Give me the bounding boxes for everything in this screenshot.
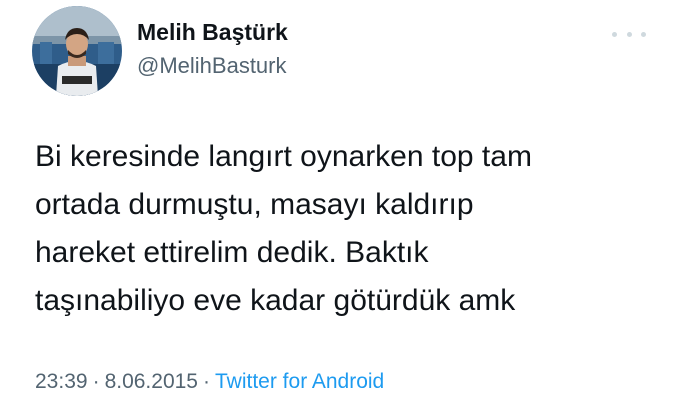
more-horizontal-icon — [612, 31, 617, 37]
tweet-source-link[interactable]: Twitter for Android — [215, 370, 384, 393]
tweet-text-line: ortada durmuştu, masayı kaldırıp — [35, 188, 474, 221]
author-info: Melih Baştürk @MelihBasturk — [137, 18, 288, 80]
separator: · — [92, 370, 100, 393]
more-options-button[interactable] — [612, 24, 646, 44]
separator: · — [203, 370, 210, 393]
tweet-text-line: hareket ettirelim dedik. Baktık — [35, 236, 429, 269]
tweet-text-line: taşınabiliyo eve kadar götürdük amk — [35, 284, 516, 317]
tweet-text-line: Bi keresinde langırt oynarken top tam — [35, 140, 532, 173]
author-handle[interactable]: @MelihBasturk — [137, 52, 288, 80]
tweet-metadata: 23:39 · 8.06.2015 · Twitter for Android — [35, 369, 384, 395]
more-horizontal-icon — [626, 31, 632, 37]
avatar[interactable] — [32, 6, 122, 96]
tweet-date[interactable]: 8.06.2015 — [105, 370, 198, 393]
more-horizontal-icon — [641, 31, 646, 37]
tweet-time[interactable]: 23:39 — [35, 370, 88, 393]
author-display-name[interactable]: Melih Baştürk — [137, 18, 288, 46]
tweet-card: Melih Baştürk @MelihBasturk Bi keresinde… — [0, 0, 680, 400]
tweet-text: Bi keresinde langırt oynarken top tam or… — [35, 133, 655, 325]
avatar-photo — [32, 6, 122, 96]
